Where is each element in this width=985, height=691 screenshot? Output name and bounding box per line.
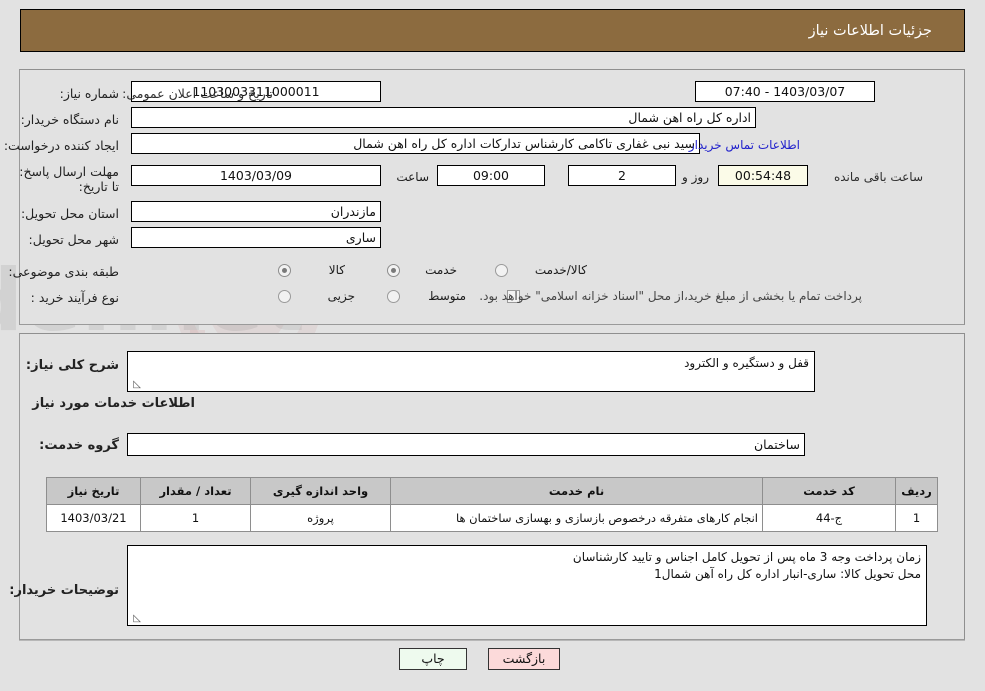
radio-process-motavaset[interactable]: [387, 290, 400, 303]
buyer-contact-link[interactable]: اطلاعات تماس خریدار: [689, 138, 800, 152]
service-group-label: گروه خدمت:: [39, 438, 119, 453]
page-title: جزئیات اطلاعات نیاز: [808, 22, 932, 39]
page-header: جزئیات اطلاعات نیاز: [20, 9, 965, 52]
th-quantity: تعداد / مقدار: [140, 477, 251, 505]
delivery-province-value: مازندران: [131, 201, 381, 222]
th-unit: واحد اندازه گیری: [250, 477, 391, 505]
th-service-code: کد خدمت: [762, 477, 896, 505]
buyer-notes-value: زمان پرداخت وجه 3 ماه پس از تحویل کامل ا…: [572, 550, 921, 581]
deadline-time-label: ساعت: [396, 170, 429, 184]
general-description-label: شرح کلی نیاز:: [25, 358, 119, 373]
th-need-date: تاریخ نیاز: [46, 477, 141, 505]
purchase-process-label: نوع فرآیند خرید :: [30, 290, 119, 305]
remaining-time-value: 00:54:48: [718, 165, 808, 186]
radio-category-kala[interactable]: [278, 264, 291, 277]
announcement-datetime-label: تاریخ و ساعت اعلان عمومی:: [122, 86, 273, 101]
delivery-city-value: ساری: [131, 227, 381, 248]
radio-category-kala-khedmat[interactable]: [495, 264, 508, 277]
radio-category-khedmat-label: خدمت: [425, 263, 457, 277]
radio-category-kala-khedmat-label: کالا/خدمت: [534, 263, 587, 277]
radio-process-motavaset-label: متوسط: [428, 289, 466, 303]
need-number-label: شماره نیاز:: [59, 86, 119, 101]
days-and-label: روز و: [682, 170, 709, 184]
radio-process-jozei[interactable]: [278, 290, 291, 303]
buyer-notes-label: توضیحات خریدار:: [9, 583, 119, 598]
service-group-value: ساختمان: [127, 433, 805, 456]
remaining-days-value: 2: [568, 165, 676, 186]
response-deadline-label: مهلت ارسال پاسخ: تا تاریخ:: [19, 164, 119, 194]
cell-unit: پروژه: [250, 504, 391, 532]
buyer-org-value: اداره کل راه اهن شمال: [131, 107, 756, 128]
cell-need-date: 1403/03/21: [46, 504, 141, 532]
radio-category-kala-label: کالا: [328, 263, 345, 277]
general-description-value: قفل و دستگیره و الکترود: [684, 356, 809, 370]
remaining-time-suffix: ساعت باقی مانده: [833, 170, 923, 184]
back-button[interactable]: بازگشت: [488, 648, 560, 670]
buyer-org-label: نام دستگاه خریدار:: [20, 112, 119, 127]
cell-service-name: انجام کارهای متفرقه درخصوص بازسازی و بهس…: [390, 504, 763, 532]
services-table: ردیف کد خدمت نام خدمت واحد اندازه گیری ت…: [46, 477, 938, 532]
delivery-city-label: شهر محل تحویل:: [28, 232, 119, 247]
radio-category-khedmat[interactable]: [387, 264, 400, 277]
table-row: 1 ج-44 انجام کارهای متفرقه درخصوص بازساز…: [46, 504, 938, 532]
cell-service-code: ج-44: [762, 504, 896, 532]
request-creator-label: ایجاد کننده درخواست:: [3, 138, 119, 153]
subject-category-label: طبقه بندی موضوعی:: [8, 264, 119, 279]
cell-row-no: 1: [895, 504, 938, 532]
print-button[interactable]: چاپ: [399, 648, 467, 670]
request-creator-value: سید نبی غفاری تاکامی کارشناس تدارکات ادا…: [131, 133, 700, 154]
resize-grip-icon[interactable]: ◺: [131, 380, 141, 390]
announcement-datetime-value: 1403/03/07 - 07:40: [695, 81, 875, 102]
th-service-name: نام خدمت: [390, 477, 763, 505]
deadline-date-value: 1403/03/09: [131, 165, 381, 186]
treasury-bonds-label: پرداخت تمام یا بخشی از مبلغ خرید،از محل …: [479, 289, 862, 303]
buyer-notes-textarea[interactable]: زمان پرداخت وجه 3 ماه پس از تحویل کامل ا…: [127, 545, 927, 626]
th-row-no: ردیف: [895, 477, 938, 505]
table-header-row: ردیف کد خدمت نام خدمت واحد اندازه گیری ت…: [46, 477, 938, 505]
delivery-province-label: استان محل تحویل:: [20, 206, 119, 221]
general-description-textarea[interactable]: قفل و دستگیره و الکترود ◺: [127, 351, 815, 392]
services-section-title: اطلاعات خدمات مورد نیاز: [32, 396, 195, 411]
cell-quantity: 1: [140, 504, 251, 532]
resize-grip-icon[interactable]: ◺: [131, 614, 141, 624]
deadline-time-value: 09:00: [437, 165, 545, 186]
radio-process-jozei-label: جزیی: [327, 289, 355, 303]
footer-divider: [19, 640, 965, 641]
